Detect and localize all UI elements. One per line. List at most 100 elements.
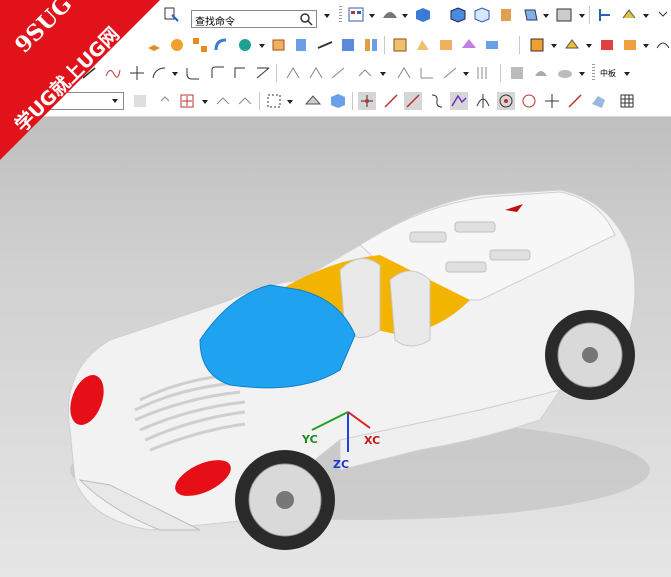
dropdown-icon[interactable] bbox=[287, 100, 293, 104]
dropdown-icon[interactable] bbox=[402, 14, 408, 18]
watermark-badge: 9SUG 学UG就上UG网 bbox=[0, 0, 160, 160]
car-model[interactable] bbox=[0, 117, 671, 577]
dimension-icon[interactable] bbox=[232, 64, 250, 82]
trim-body-icon[interactable] bbox=[483, 36, 501, 54]
separator bbox=[384, 36, 385, 54]
mid-surface-label: 中板 bbox=[600, 69, 616, 78]
isoparam-curve-icon[interactable] bbox=[418, 64, 436, 82]
offset-face-icon[interactable] bbox=[414, 36, 432, 54]
bridge-curve-icon[interactable] bbox=[307, 64, 325, 82]
project-curve-icon[interactable] bbox=[357, 64, 375, 82]
thicken-icon[interactable] bbox=[460, 36, 478, 54]
search-icon[interactable] bbox=[300, 13, 313, 26]
blend-icon[interactable] bbox=[213, 36, 231, 54]
block-icon[interactable] bbox=[270, 36, 288, 54]
mesh-surface-icon[interactable] bbox=[556, 64, 574, 82]
dropdown-icon[interactable] bbox=[202, 100, 208, 104]
dropdown-icon[interactable] bbox=[380, 72, 386, 76]
toolbar-grip[interactable] bbox=[339, 6, 342, 24]
snap-intersection-icon[interactable] bbox=[450, 92, 468, 110]
axis-label-x: XC bbox=[364, 434, 381, 447]
dropdown-icon[interactable] bbox=[643, 44, 649, 48]
separator bbox=[276, 64, 277, 82]
surface-icon[interactable] bbox=[316, 36, 334, 54]
dropdown-icon[interactable] bbox=[172, 72, 178, 76]
offset-curve-icon[interactable] bbox=[284, 64, 302, 82]
snap-center-icon[interactable] bbox=[497, 92, 515, 110]
fillet-curve-icon[interactable] bbox=[184, 64, 202, 82]
graphics-viewport[interactable] bbox=[0, 117, 671, 577]
analysis-icon[interactable] bbox=[563, 36, 581, 54]
separator bbox=[589, 6, 590, 24]
dropdown-icon[interactable] bbox=[259, 44, 265, 48]
snap-quadrant-icon[interactable] bbox=[520, 92, 538, 110]
snap-control-icon[interactable] bbox=[404, 92, 422, 110]
revolve-icon[interactable] bbox=[168, 36, 186, 54]
constraint-icon[interactable] bbox=[620, 6, 638, 24]
show-icon[interactable] bbox=[329, 92, 347, 110]
rectangle-curve-icon[interactable] bbox=[209, 64, 227, 82]
background-icon[interactable] bbox=[555, 6, 573, 24]
cube-orient-icon[interactable] bbox=[621, 36, 639, 54]
split-icon[interactable] bbox=[362, 36, 380, 54]
cube-icon[interactable] bbox=[449, 6, 467, 24]
measure-icon[interactable] bbox=[528, 36, 546, 54]
intersect-curve-icon[interactable] bbox=[395, 64, 413, 82]
separator bbox=[352, 92, 353, 110]
grid-icon[interactable] bbox=[618, 92, 636, 110]
silhouette-icon[interactable] bbox=[441, 64, 459, 82]
snap-point-icon[interactable] bbox=[158, 92, 176, 110]
dropdown-icon[interactable] bbox=[463, 72, 469, 76]
dropdown-icon[interactable] bbox=[586, 44, 592, 48]
shaded-cube-icon[interactable] bbox=[414, 6, 432, 24]
shell-icon[interactable] bbox=[339, 36, 357, 54]
wire-cube-icon[interactable] bbox=[473, 6, 491, 24]
command-search-input[interactable]: 查找命令 bbox=[191, 10, 317, 28]
snap-midpoint-icon[interactable] bbox=[382, 92, 400, 110]
pattern-icon[interactable] bbox=[191, 36, 209, 54]
dropdown-icon[interactable] bbox=[551, 44, 557, 48]
move-object-icon[interactable] bbox=[214, 92, 232, 110]
snap-endpoint-icon[interactable] bbox=[358, 92, 376, 110]
snap-on-curve-icon[interactable] bbox=[566, 92, 584, 110]
chamfer-icon[interactable] bbox=[437, 36, 455, 54]
snap-tangent-icon[interactable] bbox=[474, 92, 492, 110]
menu-icon[interactable] bbox=[163, 6, 181, 24]
snap-on-face-icon[interactable] bbox=[589, 92, 607, 110]
mid-surface-icon[interactable]: 中板 bbox=[600, 64, 620, 82]
dropdown-icon[interactable] bbox=[369, 14, 375, 18]
through-curves-icon[interactable] bbox=[532, 64, 550, 82]
hide-icon[interactable] bbox=[304, 92, 322, 110]
general-point-icon[interactable] bbox=[178, 92, 196, 110]
ruled-surface-icon[interactable] bbox=[508, 64, 526, 82]
cylinder-icon[interactable] bbox=[292, 36, 310, 54]
view-orient-icon[interactable] bbox=[522, 6, 540, 24]
section-curve-icon[interactable] bbox=[474, 64, 492, 82]
curve-icon[interactable] bbox=[654, 36, 671, 54]
assembly-icon[interactable] bbox=[597, 6, 615, 24]
draft-icon[interactable] bbox=[391, 36, 409, 54]
section-icon[interactable] bbox=[498, 6, 516, 24]
snap-existing-point-icon[interactable] bbox=[543, 92, 561, 110]
more-icon[interactable] bbox=[656, 6, 671, 24]
dropdown-icon[interactable] bbox=[579, 14, 585, 18]
trim-curve-icon[interactable] bbox=[254, 64, 272, 82]
snap-curve-icon[interactable] bbox=[428, 92, 446, 110]
axis-label-y: YC bbox=[302, 433, 318, 446]
separator bbox=[519, 36, 520, 54]
dropdown-icon[interactable] bbox=[643, 14, 649, 18]
select-box-icon[interactable] bbox=[265, 92, 283, 110]
dropdown-icon[interactable] bbox=[543, 14, 549, 18]
dropdown-icon[interactable] bbox=[624, 72, 630, 76]
unite-icon[interactable] bbox=[236, 36, 254, 54]
separator bbox=[500, 64, 501, 82]
edit-object-icon[interactable] bbox=[598, 36, 616, 54]
window-layout-icon[interactable] bbox=[347, 6, 365, 24]
separator bbox=[259, 92, 260, 110]
transform-icon[interactable] bbox=[236, 92, 254, 110]
join-curve-icon[interactable] bbox=[329, 64, 347, 82]
render-style-icon[interactable] bbox=[381, 6, 399, 24]
search-dropdown-icon[interactable] bbox=[324, 14, 330, 18]
dropdown-icon[interactable] bbox=[579, 72, 585, 76]
toolbar-grip[interactable] bbox=[592, 64, 595, 82]
